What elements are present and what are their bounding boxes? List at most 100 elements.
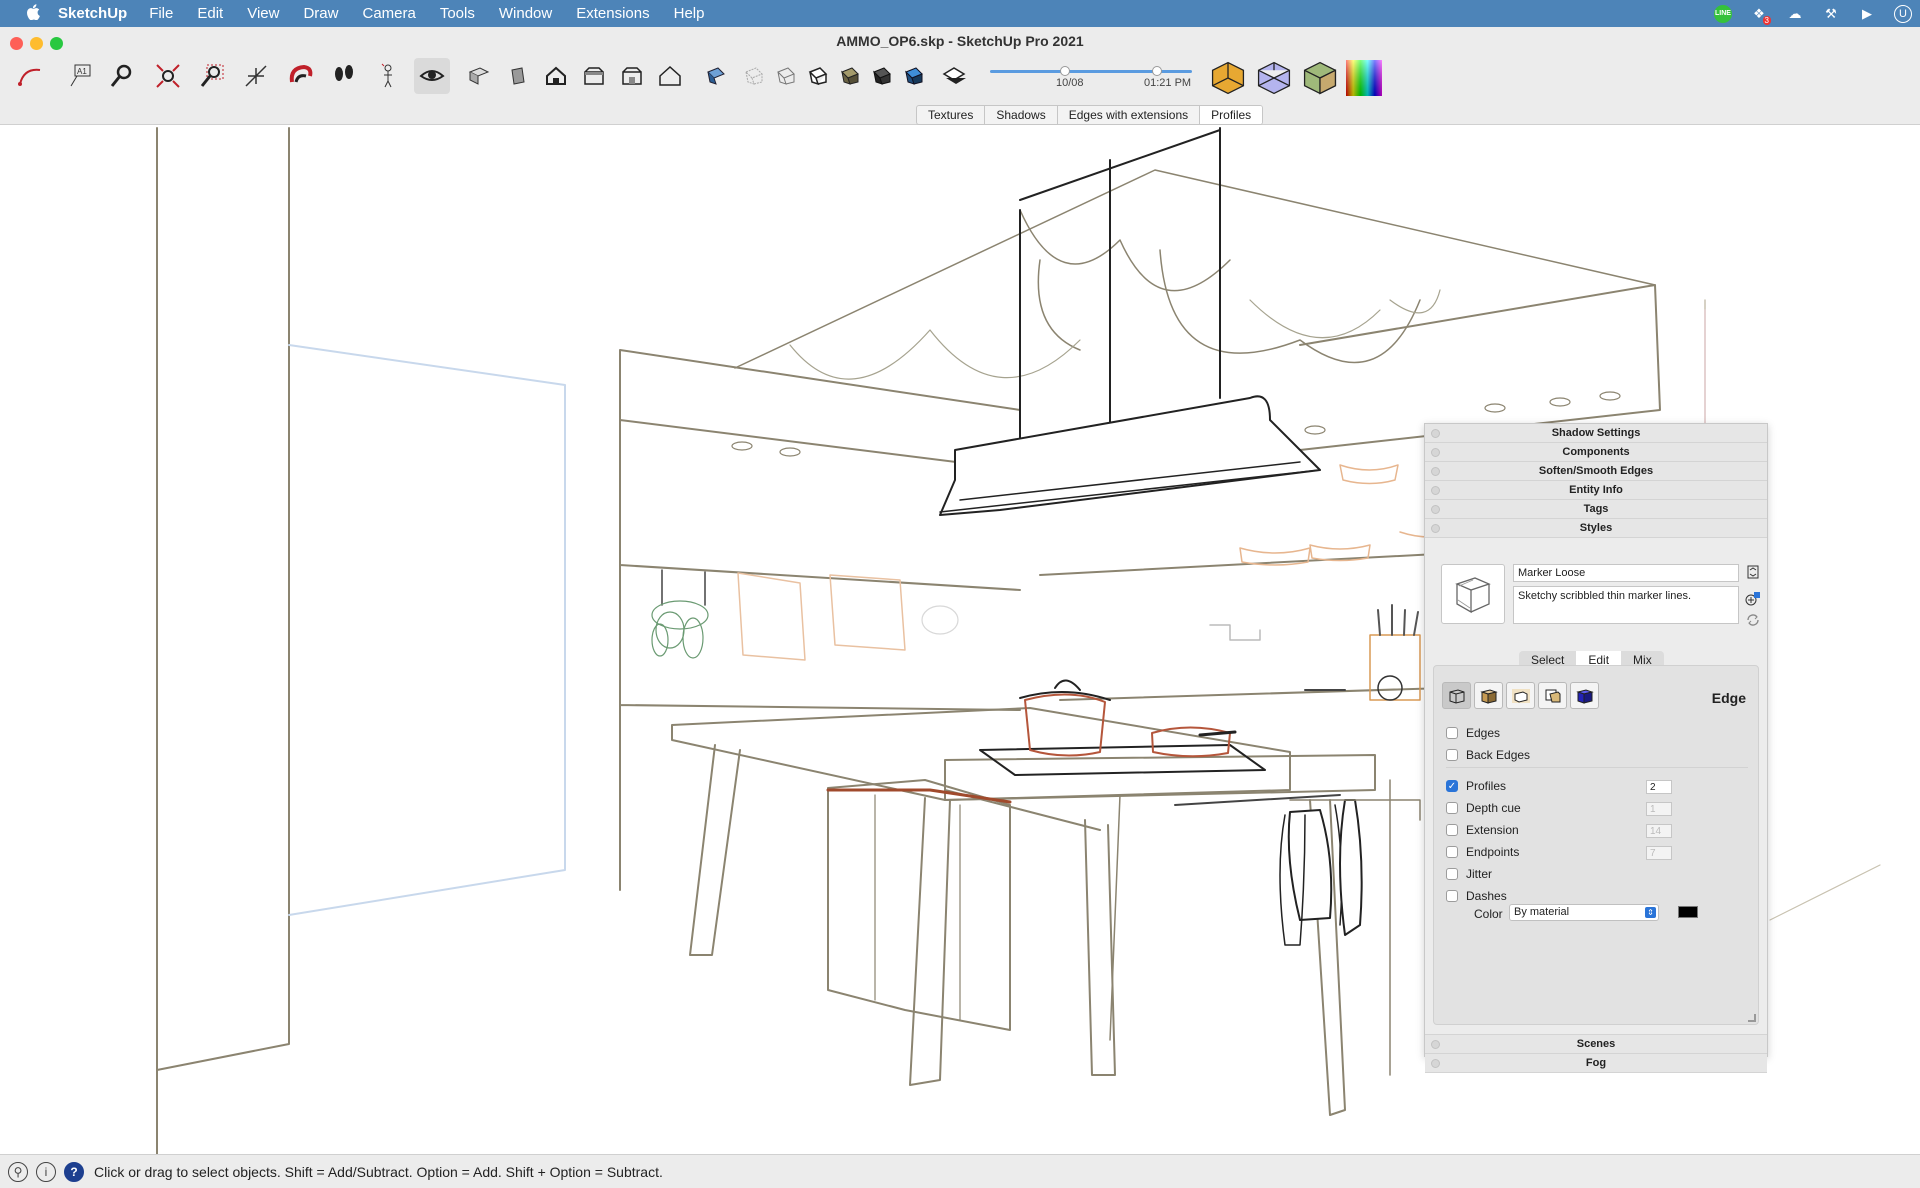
user-icon[interactable]: U: [1894, 4, 1912, 23]
endpoints-input[interactable]: 7: [1646, 846, 1672, 860]
panel-collapse-dot-icon[interactable]: [1431, 486, 1440, 495]
photo-match-icon[interactable]: [1300, 58, 1340, 98]
apple-icon[interactable]: [22, 3, 44, 24]
front-view-icon[interactable]: [614, 58, 650, 94]
option-extension[interactable]: Extension: [1446, 822, 1519, 838]
zoom-icon[interactable]: [104, 58, 140, 94]
background-settings-icon[interactable]: [1506, 682, 1535, 709]
update-style-icon[interactable]: [1745, 612, 1761, 628]
look-around-icon[interactable]: [370, 58, 406, 94]
hidden-line-icon[interactable]: [800, 58, 836, 94]
panel-components[interactable]: Components: [1425, 443, 1767, 462]
scene-tab-textures[interactable]: Textures: [917, 106, 986, 124]
back-edges-icon[interactable]: [736, 58, 772, 94]
dropbox-icon[interactable]: ❖ 3: [1750, 5, 1771, 25]
edge-settings-icon[interactable]: [1442, 682, 1471, 709]
edge-color-select[interactable]: By material ⇕: [1509, 904, 1659, 921]
menu-edit[interactable]: Edit: [197, 5, 223, 22]
box-icon[interactable]: [500, 58, 536, 94]
edges-checkbox[interactable]: [1446, 727, 1458, 739]
scene-tab-shadows[interactable]: Shadows: [985, 106, 1058, 124]
menu-view[interactable]: View: [247, 5, 279, 22]
scene-tab-profiles[interactable]: Profiles: [1200, 106, 1263, 124]
app-menu[interactable]: SketchUp: [58, 5, 127, 22]
shadows-toggle-icon[interactable]: [936, 58, 972, 94]
back-edges-checkbox[interactable]: [1446, 749, 1458, 761]
section-plane-icon[interactable]: [460, 58, 496, 94]
shadow-time-slider[interactable]: [1096, 66, 1192, 76]
panel-collapse-dot-icon[interactable]: [1431, 448, 1440, 457]
create-style-icon[interactable]: [1745, 590, 1761, 606]
panel-collapse-dot-icon[interactable]: [1431, 1059, 1440, 1068]
right-view-icon[interactable]: [652, 58, 688, 94]
resize-grip-icon[interactable]: [1748, 1014, 1756, 1022]
colors-palette-icon[interactable]: [1344, 58, 1384, 98]
dashes-checkbox[interactable]: [1446, 890, 1458, 902]
sandbox-tool-icon[interactable]: [1208, 58, 1248, 98]
option-profiles[interactable]: ✓ Profiles: [1446, 778, 1506, 794]
xray-icon[interactable]: [698, 58, 734, 94]
panel-collapse-dot-icon[interactable]: [1431, 467, 1440, 476]
option-endpoints[interactable]: Endpoints: [1446, 844, 1519, 860]
menu-help[interactable]: Help: [674, 5, 705, 22]
wireframe-icon[interactable]: [768, 58, 804, 94]
panel-soften-smooth-edges[interactable]: Soften/Smooth Edges: [1425, 462, 1767, 481]
play-icon[interactable]: ▶: [1858, 5, 1876, 23]
option-jitter[interactable]: Jitter: [1446, 866, 1492, 882]
panel-entity-info[interactable]: Entity Info: [1425, 481, 1767, 500]
monochrome-icon[interactable]: [896, 58, 932, 94]
position-camera-icon[interactable]: [238, 58, 274, 94]
depth-cue-input[interactable]: 1: [1646, 802, 1672, 816]
menu-window[interactable]: Window: [499, 5, 552, 22]
line-app-icon[interactable]: LINE: [1714, 4, 1732, 23]
tools-icon[interactable]: ⚒: [1822, 5, 1840, 23]
panel-tags[interactable]: Tags: [1425, 500, 1767, 519]
panel-collapse-dot-icon[interactable]: [1431, 1040, 1440, 1049]
zoom-extents-icon[interactable]: [150, 58, 186, 94]
edge-color-swatch[interactable]: [1678, 906, 1698, 918]
zoom-window-icon[interactable]: [194, 58, 230, 94]
option-back-edges[interactable]: Back Edges: [1446, 747, 1530, 763]
text-tool-icon[interactable]: A1: [62, 58, 98, 94]
orbit-icon[interactable]: [282, 58, 318, 94]
geo-location-icon[interactable]: ⚲: [8, 1161, 28, 1182]
shadow-date-slider[interactable]: [990, 66, 1098, 76]
menu-tools[interactable]: Tools: [440, 5, 475, 22]
creative-cloud-icon[interactable]: ☁: [1786, 5, 1804, 23]
panel-collapse-dot-icon[interactable]: [1431, 429, 1440, 438]
panel-styles[interactable]: Styles: [1425, 519, 1767, 538]
top-view-icon[interactable]: [576, 58, 612, 94]
menu-camera[interactable]: Camera: [362, 5, 415, 22]
shaded-textures-icon[interactable]: [864, 58, 900, 94]
panel-scenes[interactable]: Scenes: [1425, 1035, 1767, 1054]
depth-cue-checkbox[interactable]: [1446, 802, 1458, 814]
style-description-field[interactable]: Sketchy scribbled thin marker lines.: [1513, 586, 1739, 624]
profiles-width-input[interactable]: 2: [1646, 780, 1672, 794]
menu-extensions[interactable]: Extensions: [576, 5, 649, 22]
endpoints-checkbox[interactable]: [1446, 846, 1458, 858]
option-dashes[interactable]: Dashes: [1446, 888, 1507, 904]
arc-tool-icon[interactable]: [8, 58, 52, 94]
option-depth-cue[interactable]: Depth cue: [1446, 800, 1521, 816]
panel-collapse-dot-icon[interactable]: [1431, 524, 1440, 533]
extension-checkbox[interactable]: [1446, 824, 1458, 836]
watermark-settings-icon[interactable]: [1538, 682, 1567, 709]
style-thumbnail[interactable]: [1441, 564, 1505, 624]
menu-file[interactable]: File: [149, 5, 173, 22]
walk-icon[interactable]: [326, 58, 362, 94]
instructor-help-icon[interactable]: ?: [64, 1161, 84, 1182]
style-name-field[interactable]: Marker Loose: [1513, 564, 1739, 582]
profiles-checkbox[interactable]: ✓: [1446, 780, 1458, 792]
face-settings-icon[interactable]: [1474, 682, 1503, 709]
solid-tools-icon[interactable]: [1254, 58, 1294, 98]
modeling-settings-icon[interactable]: [1570, 682, 1599, 709]
option-edges[interactable]: Edges: [1446, 725, 1500, 741]
hidden-line-eye-icon[interactable]: [414, 58, 450, 94]
credits-icon[interactable]: i: [36, 1161, 56, 1182]
scene-tab-edges-with-extensions[interactable]: Edges with extensions: [1058, 106, 1201, 124]
panel-shadow-settings[interactable]: Shadow Settings: [1425, 424, 1767, 443]
panel-fog[interactable]: Fog: [1425, 1054, 1767, 1073]
iso-view-icon[interactable]: [538, 58, 574, 94]
display-secondary-pane-icon[interactable]: [1745, 564, 1761, 580]
shaded-icon[interactable]: [832, 58, 868, 94]
